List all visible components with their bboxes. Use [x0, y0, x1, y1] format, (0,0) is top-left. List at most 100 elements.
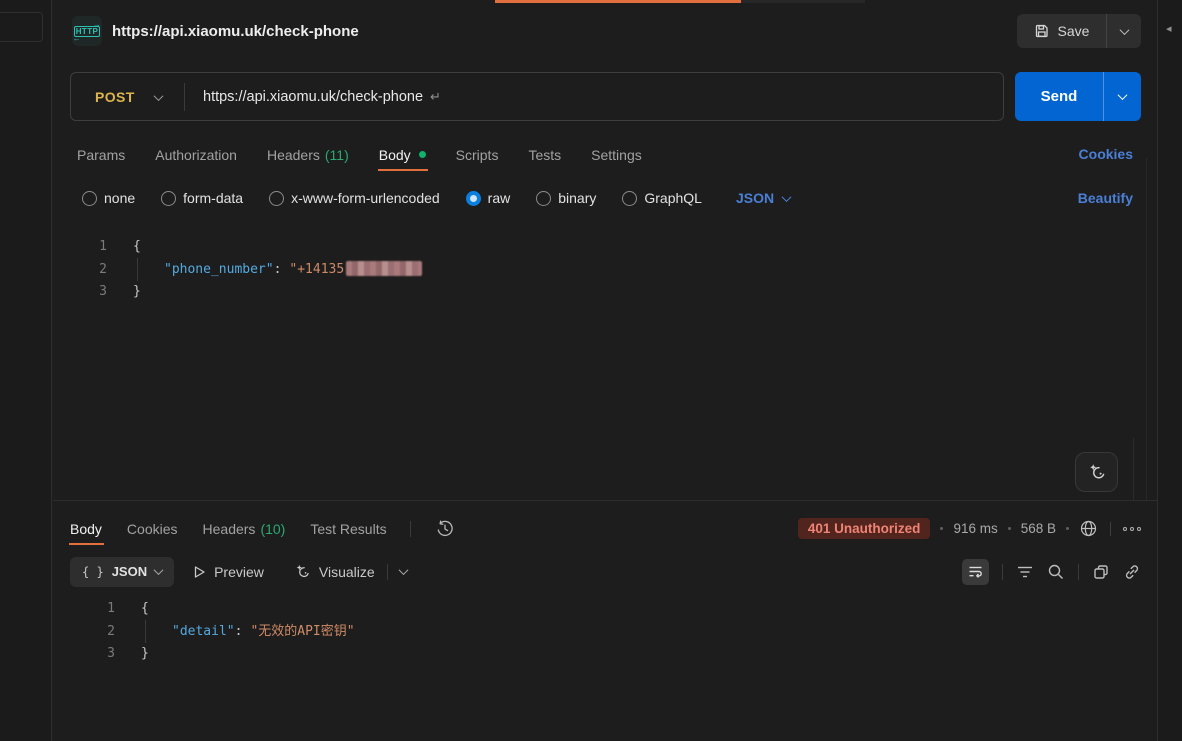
save-button-label: Save	[1058, 23, 1090, 39]
url-input[interactable]: https://api.xiaomu.uk/check-phone	[203, 89, 423, 105]
mode-none[interactable]: none	[82, 190, 135, 206]
mode-x-www-form-urlencoded[interactable]: x-www-form-urlencoded	[269, 190, 440, 206]
preview-button[interactable]: Preview	[193, 564, 264, 580]
code-line: 3 }	[53, 281, 1129, 304]
radio-icon[interactable]	[536, 191, 551, 206]
indent-guide	[137, 258, 138, 281]
method-selector[interactable]: POST	[71, 89, 155, 105]
request-title: https://api.xiaomu.uk/check-phone	[112, 23, 359, 40]
code-line: 2 "phone_number":"+14135	[53, 259, 1129, 282]
response-tab-headers[interactable]: Headers(10)	[203, 512, 286, 545]
response-format-selector[interactable]: { } JSON	[70, 557, 174, 587]
network-info-button[interactable]	[1079, 519, 1098, 538]
indent-guide	[145, 620, 146, 643]
method-chevron-down-icon[interactable]	[155, 88, 162, 106]
response-tab-test-results[interactable]: Test Results	[310, 512, 386, 545]
json-value: "无效的API密钥"	[250, 624, 354, 639]
editor-scrollbar-thumb[interactable]	[1133, 438, 1134, 500]
tab-tests[interactable]: Tests	[528, 138, 561, 171]
response-history-button[interactable]	[436, 520, 454, 538]
beautify-link[interactable]: Beautify	[1078, 190, 1133, 206]
link-icon	[1123, 563, 1141, 581]
send-button[interactable]: Send	[1015, 72, 1141, 121]
raw-language-selector[interactable]: JSON	[736, 190, 790, 206]
response-tab-body[interactable]: Body	[70, 512, 102, 545]
tab-scripts[interactable]: Scripts	[456, 138, 499, 171]
save-options-button[interactable]	[1107, 14, 1141, 48]
play-outline-icon	[193, 565, 206, 579]
cookies-link[interactable]: Cookies	[1079, 146, 1133, 162]
filter-button[interactable]	[1016, 564, 1034, 580]
radio-selected-icon[interactable]	[466, 191, 481, 206]
response-status-bar: 401 Unauthorized 916 ms 568 B	[798, 512, 1141, 545]
json-key: "detail"	[172, 624, 235, 639]
response-tab-cookies[interactable]: Cookies	[127, 512, 178, 545]
send-button-label[interactable]: Send	[1015, 72, 1104, 121]
mode-binary[interactable]: binary	[536, 190, 596, 206]
line-number: 2	[53, 259, 107, 282]
filter-icon	[1016, 564, 1034, 580]
sparkle-circle-icon	[1087, 462, 1107, 482]
line-number: 3	[53, 643, 115, 666]
workspace: HTTP→← https://api.xiaomu.uk/check-phone…	[53, 0, 1157, 741]
response-body-viewer[interactable]: 1 { 2 "detail":"无效的API密钥" 3 }	[53, 598, 1129, 688]
request-body-editor[interactable]: 1 { 2 "phone_number":"+14135 3 }	[53, 236, 1129, 500]
radio-icon[interactable]	[161, 191, 176, 206]
word-wrap-toggle[interactable]	[962, 559, 989, 585]
left-sidebar	[0, 0, 52, 741]
response-headers-count-badge: (10)	[260, 521, 285, 537]
search-button[interactable]	[1047, 563, 1065, 581]
active-tab-top-indicator	[495, 0, 741, 3]
code-line: 1 {	[53, 598, 1129, 621]
body-mode-row: none form-data x-www-form-urlencoded raw…	[82, 184, 790, 212]
mode-raw[interactable]: raw	[466, 190, 511, 206]
line-number: 2	[53, 621, 115, 644]
response-more-options-button[interactable]	[1123, 527, 1141, 531]
modified-dot-icon	[419, 151, 426, 158]
radio-icon[interactable]	[622, 191, 637, 206]
line-number: 1	[53, 236, 107, 259]
enter-key-icon: ↵	[430, 89, 441, 105]
url-builder[interactable]: POST https://api.xiaomu.uk/check-phone ↵	[70, 72, 1004, 121]
radio-icon[interactable]	[82, 191, 97, 206]
http-method-icon: HTTP→←	[72, 16, 102, 46]
json-value: "+14135	[289, 262, 344, 277]
response-time[interactable]: 916 ms	[953, 521, 997, 536]
tab-headers[interactable]: Headers(11)	[267, 138, 349, 171]
mode-graphql[interactable]: GraphQL	[622, 190, 702, 206]
chevron-left-icon[interactable]: ◂	[1166, 22, 1172, 35]
line-number: 1	[53, 598, 115, 621]
chevron-down-icon	[1118, 90, 1128, 100]
status-badge[interactable]: 401 Unauthorized	[798, 518, 931, 539]
tab-authorization[interactable]: Authorization	[155, 138, 237, 171]
chevron-down-icon	[154, 565, 164, 575]
copy-response-button[interactable]	[1092, 563, 1110, 581]
mode-form-data[interactable]: form-data	[161, 190, 243, 206]
tab-body[interactable]: Body	[379, 138, 426, 171]
json-key: "phone_number"	[164, 262, 274, 277]
editor-scrollbar-track[interactable]	[1146, 158, 1147, 500]
copy-icon	[1092, 563, 1110, 581]
clock-history-icon	[436, 520, 454, 538]
sidebar-item-ghost	[0, 12, 43, 42]
globe-icon	[1079, 519, 1098, 538]
send-options-button[interactable]	[1104, 72, 1141, 121]
braces-icon: { }	[82, 565, 104, 579]
response-size[interactable]: 568 B	[1021, 521, 1056, 536]
visualize-options-chevron-icon[interactable]	[398, 565, 408, 575]
code-line: 1 {	[53, 236, 1129, 259]
word-wrap-icon	[967, 563, 984, 580]
tab-settings[interactable]: Settings	[591, 138, 642, 171]
chevron-down-icon	[782, 192, 792, 202]
visualize-button[interactable]: Visualize	[294, 563, 375, 580]
code-line: 2 "detail":"无效的API密钥"	[53, 621, 1129, 644]
search-icon	[1047, 563, 1065, 581]
share-link-button[interactable]	[1123, 563, 1141, 581]
save-button[interactable]: Save	[1017, 14, 1141, 48]
postbot-button[interactable]	[1075, 452, 1118, 492]
response-toolbar: { } JSON Preview Visualize	[70, 556, 1141, 587]
tab-params[interactable]: Params	[77, 138, 125, 171]
pane-splitter[interactable]	[53, 500, 1157, 501]
radio-icon[interactable]	[269, 191, 284, 206]
request-tabs: Params Authorization Headers(11) Body Sc…	[77, 138, 642, 171]
